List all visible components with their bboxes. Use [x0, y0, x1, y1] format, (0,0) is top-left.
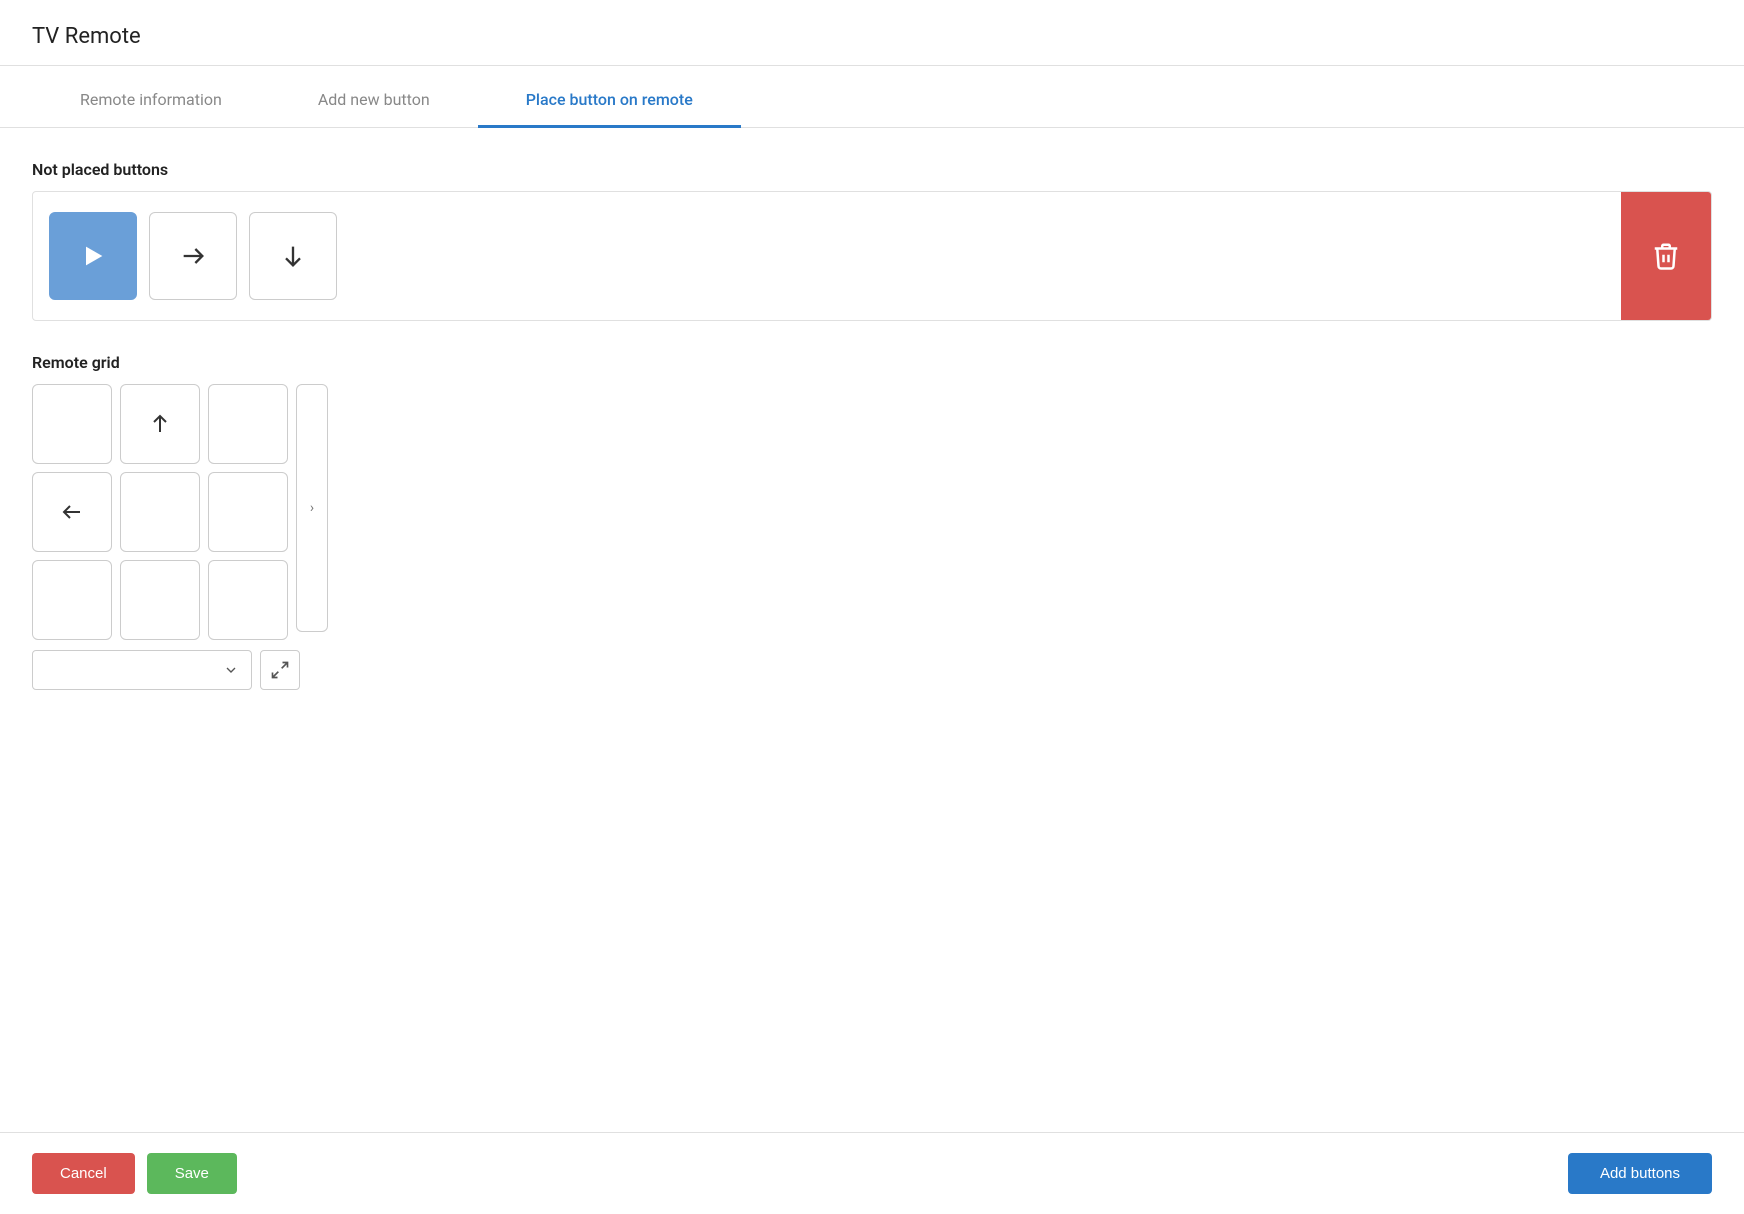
- main-content: Not placed buttons: [0, 128, 1744, 1132]
- remote-grid-section: Remote grid: [32, 353, 1712, 690]
- grid-expand-button[interactable]: [260, 650, 300, 690]
- grid-cell-1-0[interactable]: [32, 472, 112, 552]
- grid-cell-1-1[interactable]: [120, 472, 200, 552]
- grid-cell-2-0[interactable]: [32, 560, 112, 640]
- grid-cell-2-2[interactable]: [208, 560, 288, 640]
- grid-scrollbar[interactable]: ›: [296, 384, 328, 632]
- arrow-right-icon: [179, 242, 207, 270]
- tab-add-new-button[interactable]: Add new button: [270, 66, 478, 128]
- not-placed-buttons-list: [33, 192, 1621, 320]
- page-container: TV Remote Remote information Add new but…: [0, 0, 1744, 1214]
- chevron-right-icon: ›: [310, 500, 314, 516]
- cancel-button[interactable]: Cancel: [32, 1153, 135, 1194]
- button-tile-arrow-down[interactable]: [249, 212, 337, 300]
- expand-icon: [270, 660, 290, 680]
- grid-cell-0-2[interactable]: [208, 384, 288, 464]
- remote-grid-wrapper: ›: [32, 384, 1712, 640]
- grid-cell-0-0[interactable]: [32, 384, 112, 464]
- save-button[interactable]: Save: [147, 1153, 237, 1194]
- not-placed-area: [32, 191, 1712, 321]
- grid-cell-2-1[interactable]: [120, 560, 200, 640]
- page-title: TV Remote: [32, 24, 141, 49]
- tabs-bar: Remote information Add new button Place …: [0, 66, 1744, 128]
- grid-scroll-column: ›: [296, 384, 328, 632]
- page-header: TV Remote: [0, 0, 1744, 66]
- grid-cell-1-2[interactable]: [208, 472, 288, 552]
- trash-icon: [1651, 241, 1681, 271]
- delete-zone[interactable]: [1621, 192, 1711, 320]
- button-tile-arrow-right[interactable]: [149, 212, 237, 300]
- footer-left: Cancel Save: [32, 1153, 237, 1194]
- chevron-down-icon: [223, 662, 239, 678]
- tab-place-button-on-remote[interactable]: Place button on remote: [478, 66, 741, 128]
- remote-grid-label: Remote grid: [32, 353, 1712, 372]
- grid-row-dropdown[interactable]: [32, 650, 252, 690]
- tab-remote-information[interactable]: Remote information: [32, 66, 270, 128]
- arrow-down-icon: [279, 242, 307, 270]
- arrow-left-icon: [60, 500, 84, 524]
- arrow-up-icon: [148, 412, 172, 436]
- grid-cell-0-1[interactable]: [120, 384, 200, 464]
- not-placed-section-label: Not placed buttons: [32, 160, 1712, 179]
- grid-bottom-controls: [32, 650, 1712, 690]
- remote-grid: [32, 384, 288, 640]
- play-icon: [79, 242, 107, 270]
- add-buttons-button[interactable]: Add buttons: [1568, 1153, 1712, 1194]
- page-footer: Cancel Save Add buttons: [0, 1132, 1744, 1214]
- button-tile-play[interactable]: [49, 212, 137, 300]
